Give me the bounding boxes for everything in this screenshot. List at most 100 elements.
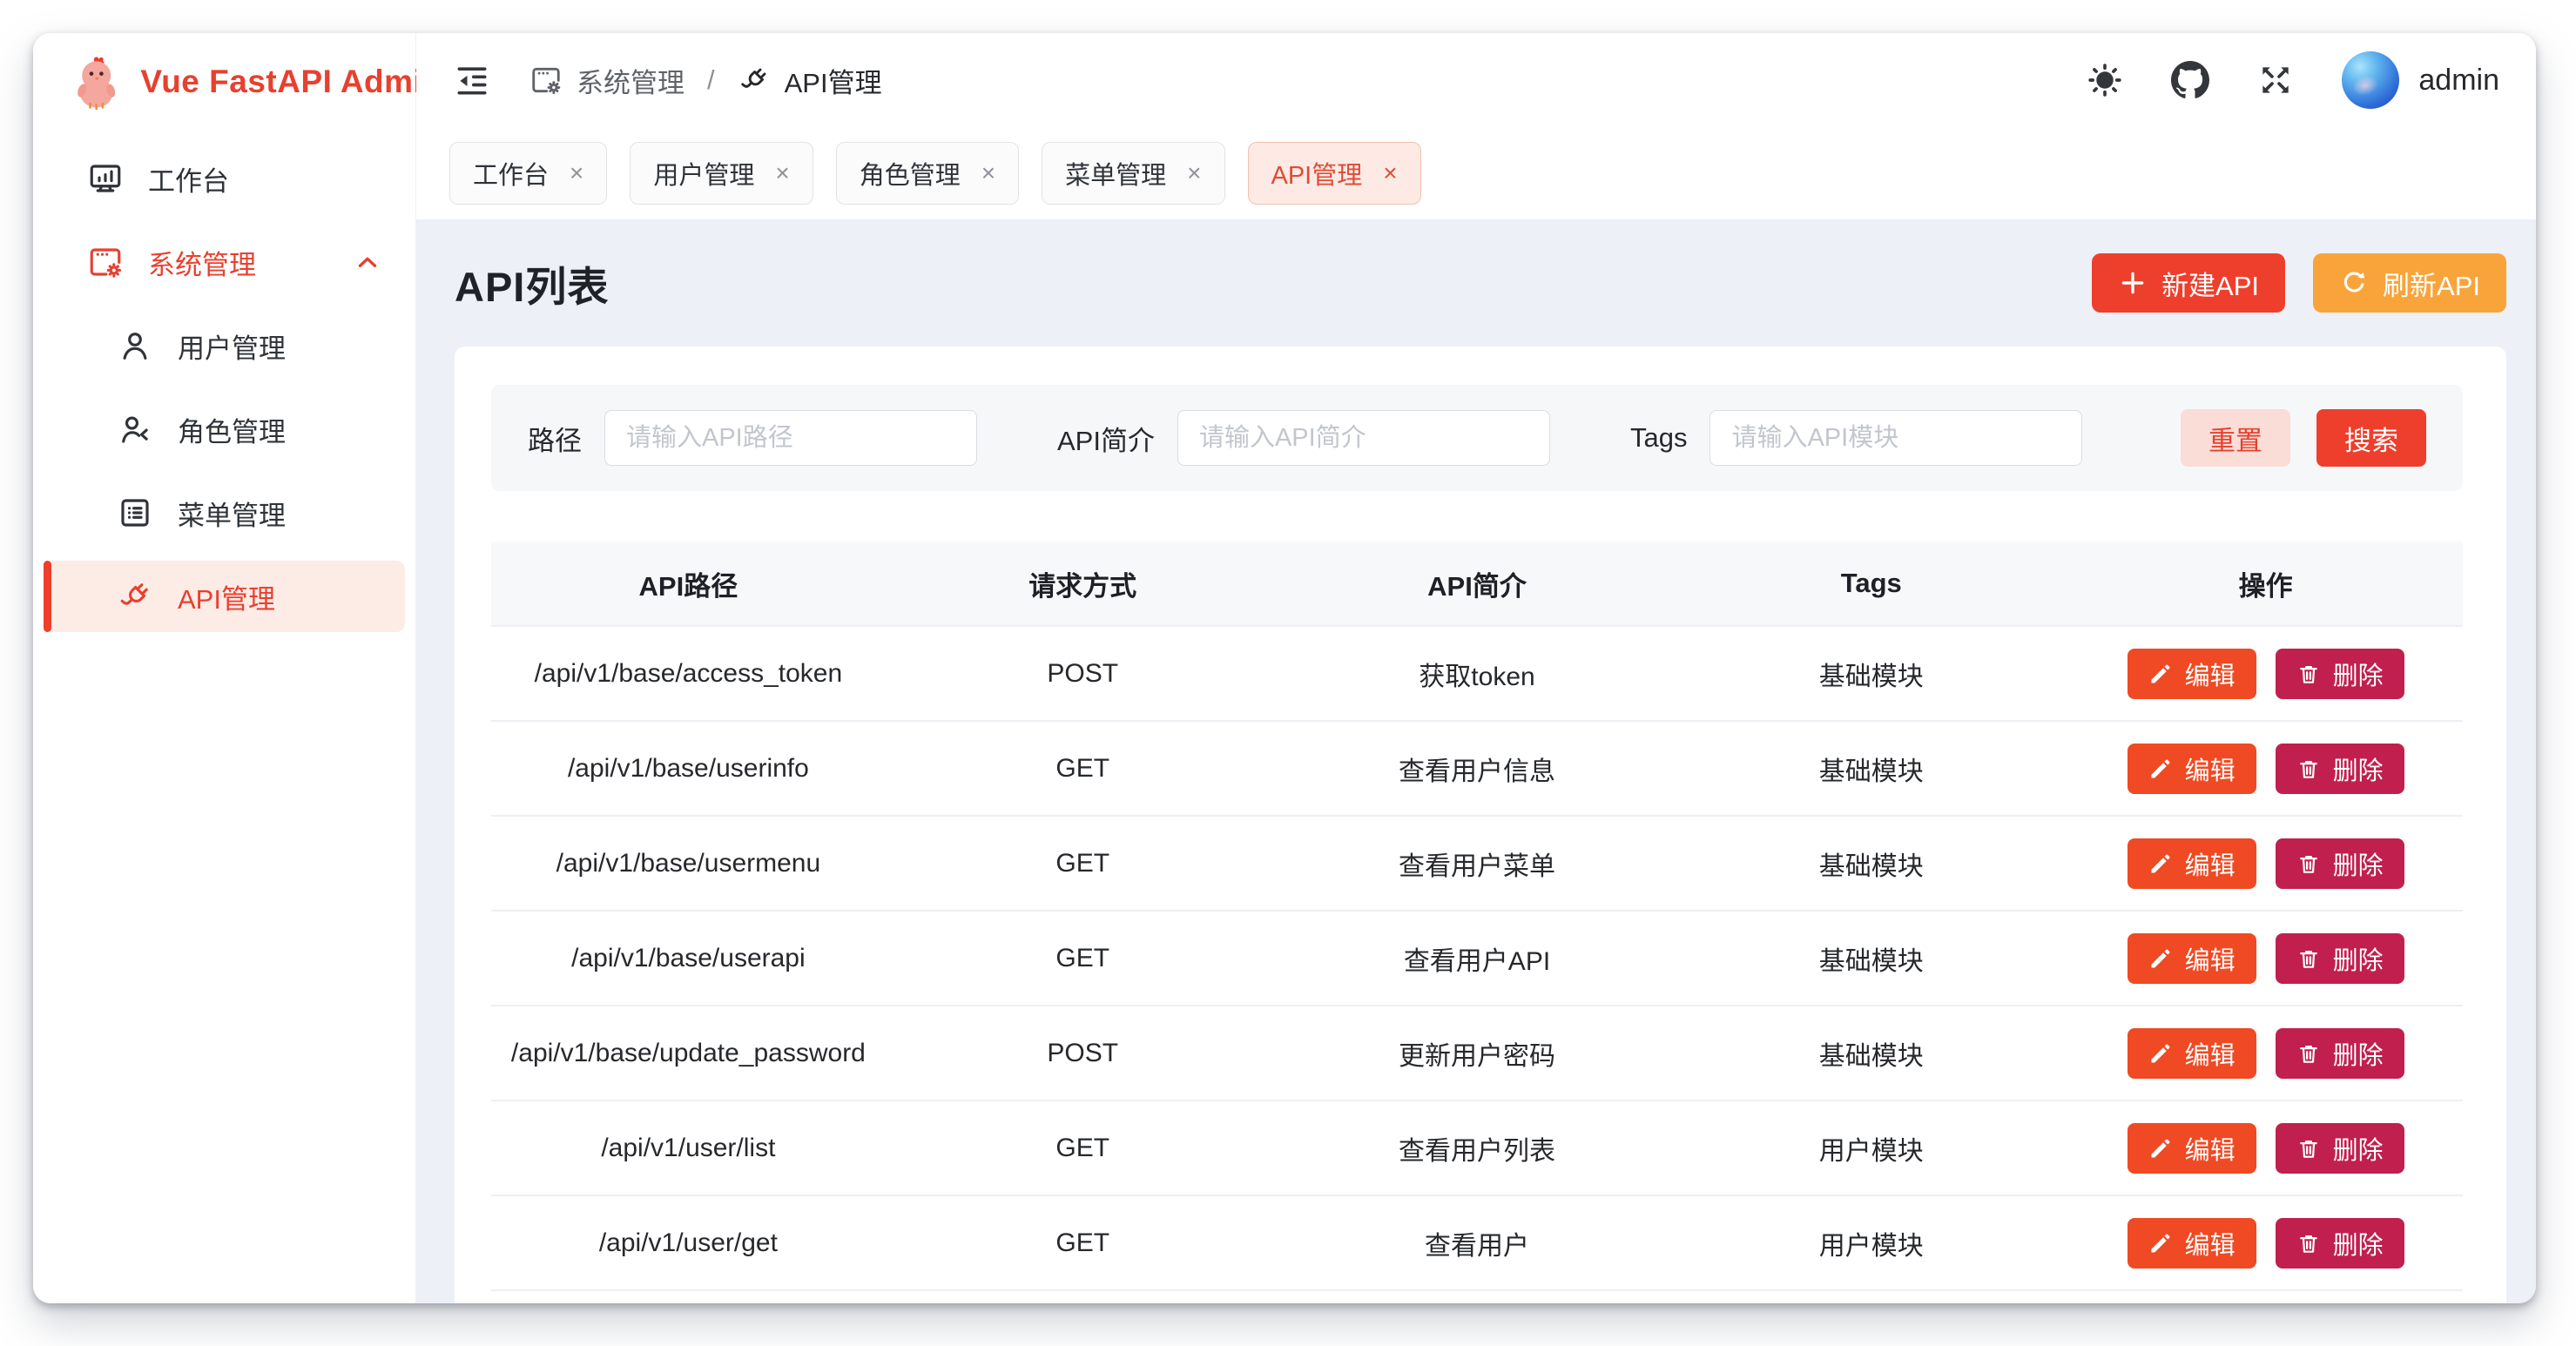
title-actions: 新建API 刷新API	[2092, 253, 2506, 313]
trash-icon	[2296, 1231, 2321, 1255]
close-icon[interactable]: ×	[570, 161, 583, 185]
tab-label: 角色管理	[860, 155, 961, 192]
sidebar-menu: 工作台系统管理用户管理角色管理菜单管理 API管理	[33, 131, 415, 644]
cell-actions: 编辑删除	[2068, 744, 2463, 794]
search-button[interactable]: 搜索	[2316, 409, 2426, 467]
cell-summary: 获取token	[1280, 655, 1675, 693]
table-body: /api/v1/base/access_tokenPOST获取token基础模块…	[491, 627, 2463, 1291]
edit-button[interactable]: 编辑	[2128, 838, 2256, 889]
cell-method: GET	[886, 1228, 1280, 1258]
table-row: /api/v1/base/access_tokenPOST获取token基础模块…	[491, 627, 2463, 722]
edit-button[interactable]: 编辑	[2128, 1123, 2256, 1174]
fullscreen-icon[interactable]	[2256, 61, 2295, 99]
avatar[interactable]	[2342, 51, 2399, 109]
tab-角色管理[interactable]: 角色管理 ×	[836, 142, 1019, 205]
table-row: /api/v1/user/listGET查看用户列表用户模块编辑删除	[491, 1101, 2463, 1196]
collapse-sidebar-icon[interactable]	[453, 61, 491, 99]
edit-label: 编辑	[2185, 940, 2235, 977]
tags-input[interactable]	[1709, 410, 2082, 466]
api-plug-icon	[738, 64, 771, 97]
cell-actions: 编辑删除	[2068, 1218, 2463, 1269]
sidebar-item-label: API管理	[178, 577, 275, 616]
delete-button[interactable]: 删除	[2276, 1218, 2404, 1269]
cell-actions: 编辑 删除	[2068, 649, 2463, 699]
sidebar-item-menus[interactable]: 菜单管理	[44, 477, 405, 548]
pencil-icon	[2148, 1136, 2173, 1161]
delete-button[interactable]: 删除	[2276, 933, 2404, 984]
reset-button[interactable]: 重置	[2181, 409, 2290, 467]
tab-工作台[interactable]: 工作台×	[449, 142, 607, 205]
user-icon	[117, 327, 153, 364]
tab-菜单管理[interactable]: 菜单管理×	[1042, 142, 1224, 205]
sidebar-item-label: 用户管理	[178, 326, 286, 366]
cell-tags: 基础模块	[1674, 1034, 2068, 1073]
refresh-api-label: 刷新API	[2383, 264, 2480, 303]
sidebar-item-workbench[interactable]: 工作台	[44, 143, 405, 214]
edit-button[interactable]: 编辑	[2128, 649, 2256, 699]
edit-button[interactable]: 编辑	[2128, 1218, 2256, 1269]
column-header: API路径	[491, 564, 886, 603]
cell-method: POST	[886, 1039, 1280, 1068]
delete-button[interactable]: 删除	[2276, 744, 2404, 794]
tab-API管理[interactable]: API管理×	[1248, 142, 1421, 205]
tabbar: 工作台×用户管理×角色管理×菜单管理×API管理×	[416, 127, 2536, 219]
close-icon[interactable]: ×	[1383, 161, 1397, 185]
cell-path: /api/v1/base/usermenu	[491, 849, 886, 878]
trash-icon	[2296, 662, 2321, 686]
pencil-icon	[2148, 757, 2173, 781]
cell-summary: 查看用户信息	[1280, 750, 1675, 788]
filter-summary: API简介	[1057, 410, 1550, 466]
table-row: /api/v1/user/getGET查看用户用户模块编辑删除	[491, 1196, 2463, 1291]
cell-path: /api/v1/user/get	[491, 1228, 886, 1258]
breadcrumb-system[interactable]: 系统管理	[529, 61, 684, 100]
edit-label: 编辑	[2185, 656, 2235, 692]
summary-label: API简介	[1057, 419, 1155, 458]
table-row: /api/v1/base/usermenuGET查看用户菜单基础模块编辑删除	[491, 817, 2463, 912]
sidebar-item-api[interactable]: API管理	[44, 561, 405, 632]
user-menu[interactable]: admin	[2342, 51, 2499, 109]
close-icon[interactable]: ×	[981, 161, 995, 185]
close-icon[interactable]: ×	[1187, 161, 1201, 185]
sidebar-item-label: 菜单管理	[178, 494, 286, 533]
delete-button[interactable]: 删除	[2276, 649, 2404, 699]
github-icon[interactable]	[2171, 61, 2209, 99]
close-icon[interactable]: ×	[775, 161, 789, 185]
cell-tags: 用户模块	[1674, 1129, 2068, 1168]
sidebar-item-roles[interactable]: 角色管理	[44, 394, 405, 465]
path-input[interactable]	[604, 410, 977, 466]
pencil-icon	[2148, 662, 2173, 686]
edit-button[interactable]: 编辑	[2128, 933, 2256, 984]
tags-label: Tags	[1630, 422, 1687, 454]
delete-button[interactable]: 删除	[2276, 838, 2404, 889]
create-api-button[interactable]: 新建API	[2092, 253, 2285, 313]
delete-button[interactable]: 删除	[2276, 1123, 2404, 1174]
cell-actions: 编辑 删除	[2068, 1123, 2463, 1174]
delete-label: 删除	[2333, 1130, 2384, 1167]
refresh-api-button[interactable]: 刷新API	[2313, 253, 2506, 313]
cell-tags: 基础模块	[1674, 655, 2068, 693]
breadcrumb-api[interactable]: API管理	[738, 61, 882, 100]
system-gear-icon	[87, 244, 124, 280]
sidebar-item-system[interactable]: 系统管理	[44, 226, 405, 298]
api-plug-icon	[117, 578, 153, 615]
logo[interactable]: Vue FastAPI Admin	[33, 33, 415, 131]
sidebar-item-users[interactable]: 用户管理	[44, 310, 405, 381]
tab-用户管理[interactable]: 用户管理×	[630, 142, 813, 205]
cell-method: POST	[886, 659, 1280, 689]
edit-button[interactable]: 编辑	[2128, 1028, 2256, 1079]
theme-sun-icon[interactable]	[2086, 61, 2124, 99]
chick-logo-icon	[71, 53, 121, 111]
menu-list-icon	[117, 495, 153, 531]
summary-input[interactable]	[1177, 410, 1550, 466]
sidebar: Vue FastAPI Admin 工作台系统管理用户管理角色管理菜单管理 API…	[33, 33, 416, 1303]
delete-label: 删除	[2333, 1035, 2384, 1072]
breadcrumb-separator: /	[707, 64, 715, 96]
table-row: /api/v1/base/update_passwordPOST更新用户密码基础…	[491, 1006, 2463, 1101]
refresh-icon	[2339, 268, 2369, 298]
cell-summary: 查看用户	[1280, 1224, 1675, 1262]
delete-label: 删除	[2333, 940, 2384, 977]
edit-button[interactable]: 编辑	[2128, 744, 2256, 794]
edit-label: 编辑	[2185, 1035, 2235, 1072]
delete-button[interactable]: 删除	[2276, 1028, 2404, 1079]
pencil-icon	[2148, 946, 2173, 971]
